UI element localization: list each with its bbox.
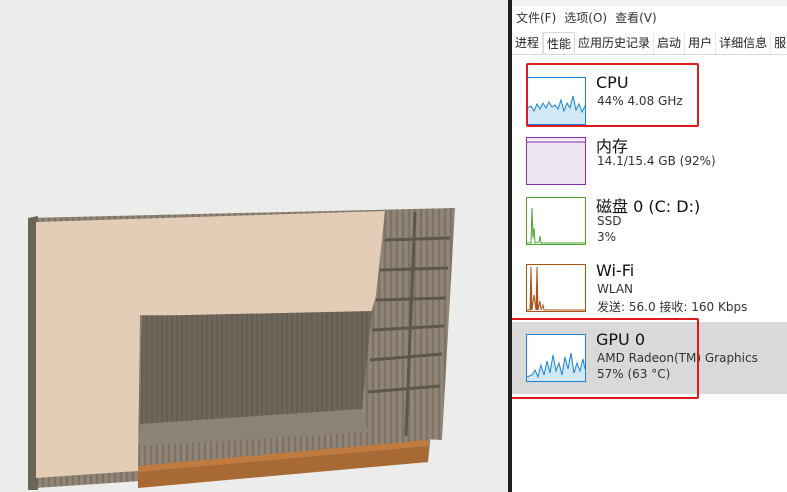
resource-wifi[interactable]: Wi-Fi WLAN 发送: 56.0 接收: 160 Kbps [512, 258, 787, 320]
tv-cabinet-model [28, 208, 455, 490]
tab-performance[interactable]: 性能 [543, 32, 576, 54]
tab-app-history[interactable]: 应用历史记录 [575, 32, 655, 54]
menu-options[interactable]: 选项(O) [560, 8, 611, 28]
memory-graph [526, 137, 586, 185]
disk-type: SSD [597, 214, 622, 228]
cpu-highlight-box [526, 63, 699, 127]
tab-services[interactable]: 服 [771, 32, 787, 54]
memory-usage: 14.1/15.4 GB (92%) [597, 154, 716, 168]
3d-viewport[interactable] [0, 0, 510, 492]
menu-bar: 文件(F) 选项(O) 查看(V) [512, 8, 661, 28]
disk-usage: 3% [597, 230, 617, 244]
tab-startup[interactable]: 启动 [654, 32, 686, 54]
wifi-throughput: 发送: 56.0 接收: 160 Kbps [597, 300, 748, 314]
menu-view[interactable]: 查看(V) [611, 8, 661, 28]
title-strip [512, 0, 787, 6]
menu-file[interactable]: 文件(F) [512, 8, 560, 28]
tab-bar: 进程 性能 应用历史记录 启动 用户 详细信息 服 [512, 32, 787, 55]
resource-memory[interactable]: 内存 14.1/15.4 GB (92%) [512, 130, 787, 188]
gpu-highlight-box [512, 318, 699, 399]
tab-details[interactable]: 详细信息 [716, 32, 772, 54]
resource-disk[interactable]: 磁盘 0 (C: D:) SSD 3% [512, 190, 787, 254]
wifi-adapter: WLAN [597, 282, 634, 296]
task-manager-window: 文件(F) 选项(O) 查看(V) 进程 性能 应用历史记录 启动 用户 详细信… [512, 0, 787, 492]
wifi-graph [526, 264, 586, 312]
disk-graph [526, 197, 586, 245]
wifi-title: Wi-Fi [596, 261, 635, 280]
tab-users[interactable]: 用户 [685, 32, 717, 54]
tab-processes[interactable]: 进程 [512, 32, 544, 54]
